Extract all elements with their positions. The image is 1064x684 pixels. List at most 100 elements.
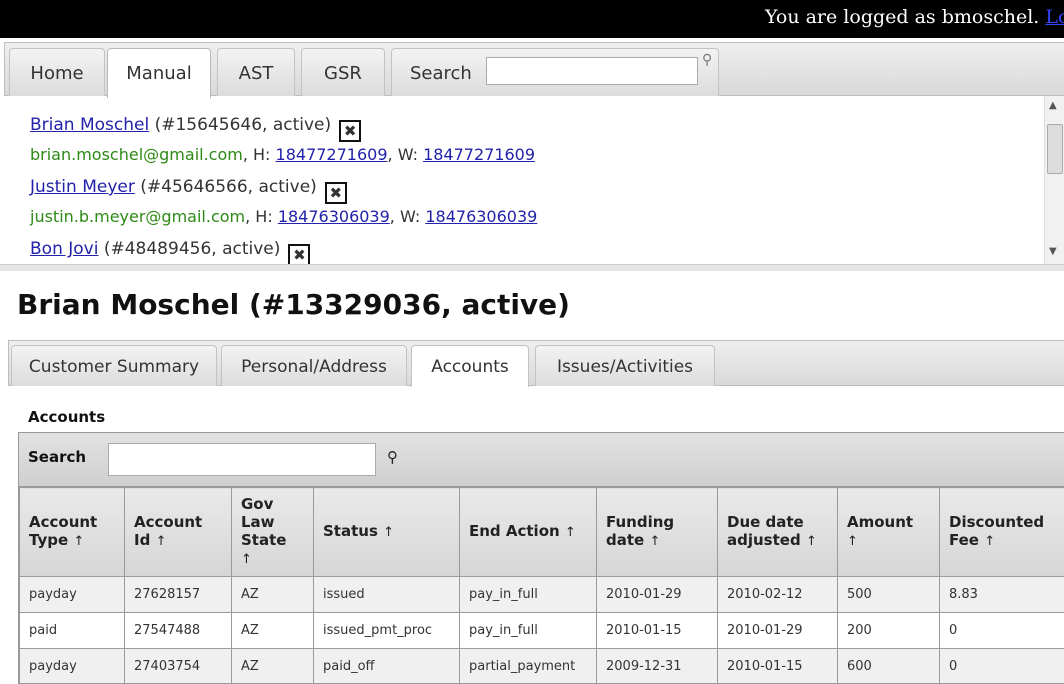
table-cell: payday bbox=[19, 648, 125, 683]
table-cell: pay_in_full bbox=[459, 612, 597, 649]
result-name-link[interactable]: Justin Meyer bbox=[30, 177, 135, 197]
logged-in-text: You are logged as bmoschel. bbox=[765, 6, 1040, 28]
table-body: payday 27628157 AZ issued pay_in_full 2010-01… bbox=[19, 576, 1064, 683]
table-cell: payday bbox=[19, 576, 125, 613]
table-cell: AZ bbox=[231, 648, 314, 683]
section-title: Accounts bbox=[28, 408, 106, 426]
tab-manual[interactable]: Manual bbox=[107, 48, 211, 98]
customer-tabs: Customer Summary Personal/Address Accoun… bbox=[8, 340, 1064, 387]
result-contact: brian.moschel@gmail.com, H: 18477271609,… bbox=[30, 145, 536, 164]
table-cell: 600 bbox=[837, 648, 940, 683]
result-item: Brian Moschel (#15645646, active) ✖ bbox=[30, 115, 362, 142]
sort-arrow-icon[interactable]: ↑ bbox=[649, 534, 660, 549]
table-cell: 2010-01-15 bbox=[717, 648, 838, 683]
accounts-search-label: Search bbox=[28, 448, 87, 466]
result-name-link[interactable]: Brian Moschel bbox=[30, 115, 149, 135]
table-row[interactable]: paid 27547488 AZ issued_pmt_proc pay_in_full… bbox=[19, 612, 1064, 649]
tab-home[interactable]: Home bbox=[9, 48, 105, 96]
page-title: Brian Moschel (#13329036, active) bbox=[17, 288, 570, 321]
table-row[interactable]: payday 27628157 AZ issued pay_in_full 2010-01… bbox=[19, 576, 1064, 613]
column-header[interactable]: End Action ↑ bbox=[459, 487, 597, 577]
sort-arrow-icon[interactable]: ↑ bbox=[847, 534, 858, 549]
sort-arrow-icon[interactable]: ↑ bbox=[383, 525, 394, 540]
column-header-label: adjusted bbox=[727, 531, 801, 549]
result-item: Bon Jovi (#48489456, active) ✖ bbox=[30, 239, 311, 264]
tab-customer-summary[interactable]: Customer Summary bbox=[11, 345, 217, 386]
accounts-table: Account Type ↑ Account Id ↑ Gov Law State ↑ Stat… bbox=[19, 487, 1064, 683]
column-header-label: State bbox=[241, 531, 287, 549]
table-cell: 2009-12-31 bbox=[596, 648, 718, 683]
column-header-label: Funding bbox=[606, 513, 675, 531]
result-contact: justin.b.meyer@gmail.com, H: 18476306039… bbox=[30, 207, 538, 226]
sort-arrow-icon[interactable]: ↑ bbox=[806, 534, 817, 549]
tab-ast[interactable]: AST bbox=[217, 48, 295, 96]
table-cell: partial_payment bbox=[459, 648, 597, 683]
table-header-row: Account Type ↑ Account Id ↑ Gov Law State ↑ Stat… bbox=[19, 487, 1064, 577]
sort-arrow-icon[interactable]: ↑ bbox=[984, 534, 995, 549]
accounts-grid: Search ⚲ Account Type ↑ Account Id ↑ Gov Law S… bbox=[18, 432, 1064, 684]
home-phone-link[interactable]: 18477271609 bbox=[276, 145, 388, 164]
column-header[interactable]: Status ↑ bbox=[313, 487, 460, 577]
work-phone-link[interactable]: 18476306039 bbox=[425, 207, 537, 226]
tab-accounts[interactable]: Accounts bbox=[411, 345, 529, 387]
column-header[interactable]: Gov Law State ↑ bbox=[231, 487, 314, 577]
scroll-thumb[interactable] bbox=[1047, 124, 1063, 174]
table-row[interactable]: payday 27403754 AZ paid_off partial_payment 2… bbox=[19, 648, 1064, 683]
search-icon[interactable]: ⚲ bbox=[702, 52, 712, 68]
table-cell: AZ bbox=[231, 612, 314, 649]
session-bar: You are logged as bmoschel. Log Out bbox=[0, 0, 1064, 38]
column-header-label: Law bbox=[241, 513, 275, 531]
table-cell: 200 bbox=[837, 612, 940, 649]
column-header-label: Id bbox=[134, 531, 151, 549]
table-cell: 27547488 bbox=[124, 612, 232, 649]
tab-personal-address[interactable]: Personal/Address bbox=[221, 345, 407, 386]
scroll-down-icon[interactable]: ▼ bbox=[1049, 246, 1057, 257]
search-icon[interactable]: ⚲ bbox=[387, 448, 398, 466]
accounts-search-bar: Search ⚲ bbox=[19, 433, 1064, 487]
table-cell: 500 bbox=[837, 576, 940, 613]
logout-link[interactable]: Log Out bbox=[1045, 6, 1064, 28]
sort-arrow-icon[interactable]: ↑ bbox=[241, 552, 252, 567]
sort-arrow-icon[interactable]: ↑ bbox=[156, 534, 167, 549]
table-cell: 2010-01-29 bbox=[596, 576, 718, 613]
column-header[interactable]: Account Id ↑ bbox=[124, 487, 232, 577]
accounts-search-input[interactable] bbox=[108, 443, 376, 476]
table-cell: paid_off bbox=[313, 648, 460, 683]
panel-divider[interactable] bbox=[0, 264, 1064, 271]
result-info: (#15645646, active) bbox=[154, 115, 332, 135]
column-header[interactable]: Discounted Fee ↑ bbox=[939, 487, 1064, 577]
column-header-label: Account bbox=[134, 513, 203, 531]
home-phone-link[interactable]: 18476306039 bbox=[278, 207, 390, 226]
column-header-label: Due date bbox=[727, 513, 804, 531]
close-icon[interactable]: ✖ bbox=[288, 244, 311, 264]
column-header-label: date bbox=[606, 531, 645, 549]
column-header[interactable]: Funding date ↑ bbox=[596, 487, 718, 577]
column-header-label: Status bbox=[323, 522, 378, 540]
close-icon[interactable]: ✖ bbox=[339, 120, 362, 142]
scroll-up-icon[interactable]: ▲ bbox=[1049, 100, 1057, 111]
close-icon[interactable]: ✖ bbox=[324, 182, 347, 204]
results-scrollbar[interactable]: ▲ ▼ bbox=[1044, 96, 1064, 264]
column-header-label: Type bbox=[29, 531, 69, 549]
result-info: (#48489456, active) bbox=[103, 239, 281, 259]
column-header-label: End Action bbox=[469, 522, 560, 540]
search-input[interactable] bbox=[486, 57, 698, 85]
column-header[interactable]: Due date adjusted ↑ bbox=[717, 487, 838, 577]
column-header[interactable]: Account Type ↑ bbox=[19, 487, 125, 577]
result-email: brian.moschel@gmail.com bbox=[30, 145, 243, 164]
table-cell: pay_in_full bbox=[459, 576, 597, 613]
column-header[interactable]: Amount ↑ bbox=[837, 487, 940, 577]
tab-issues-activities[interactable]: Issues/Activities bbox=[535, 345, 715, 386]
sort-arrow-icon[interactable]: ↑ bbox=[565, 525, 576, 540]
sort-arrow-icon[interactable]: ↑ bbox=[73, 534, 84, 549]
column-header-label: Fee bbox=[949, 531, 979, 549]
table-cell: 2010-01-15 bbox=[596, 612, 718, 649]
result-item: Justin Meyer (#45646566, active) ✖ bbox=[30, 177, 347, 204]
result-name-link[interactable]: Bon Jovi bbox=[30, 239, 98, 259]
work-phone-link[interactable]: 18477271609 bbox=[423, 145, 535, 164]
tab-gsr[interactable]: GSR bbox=[301, 48, 385, 96]
table-cell: 0 bbox=[939, 612, 1064, 649]
result-info: (#45646566, active) bbox=[140, 177, 317, 197]
table-cell: 27628157 bbox=[124, 576, 232, 613]
column-header-label: Account bbox=[29, 513, 98, 531]
